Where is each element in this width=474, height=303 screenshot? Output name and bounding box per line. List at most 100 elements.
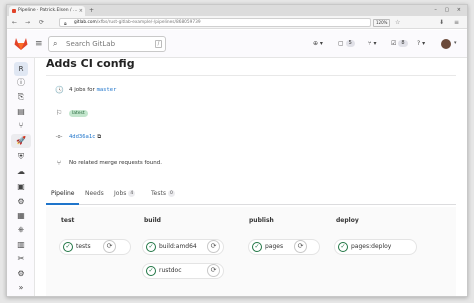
browser-window: Pipeline · Patrick.Elsen / … × + – ▢ × ←… bbox=[6, 4, 468, 297]
pipeline-tabs: Pipeline Needs Jobs 4 Tests 0 bbox=[46, 185, 456, 205]
tab-pipeline[interactable]: Pipeline bbox=[51, 189, 74, 199]
job-pages-label: pages bbox=[265, 243, 284, 250]
merge-request-row-icon: ⑂ bbox=[56, 159, 62, 167]
issues-count: 5 bbox=[345, 40, 355, 47]
success-check-icon: ✓ bbox=[338, 242, 348, 252]
flag-icon: ⚐ bbox=[55, 109, 63, 117]
monitor-icon[interactable]: ▦ bbox=[16, 211, 26, 221]
gitlab-favicon-icon bbox=[12, 9, 16, 13]
stage-build-title: build bbox=[144, 217, 161, 224]
branch-link[interactable]: master bbox=[97, 87, 117, 93]
search-input[interactable]: ⌕ Search GitLab / bbox=[48, 36, 166, 52]
issues-icon: ▢ bbox=[338, 40, 344, 47]
bookmark-star-icon[interactable]: ☆ bbox=[395, 18, 400, 27]
wiki-icon[interactable]: ▥ bbox=[16, 240, 26, 250]
close-tab-icon[interactable]: × bbox=[79, 6, 83, 16]
stage-publish-title: publish bbox=[249, 217, 274, 224]
stage-test-title: test bbox=[61, 217, 75, 224]
browser-nav-bar: ← → ⟳ 🔒︎ gitlab.com/xfbs/rust-gitlab-exa… bbox=[7, 16, 467, 29]
page-title: Adds CI config bbox=[46, 57, 135, 70]
snippets-scissors-icon[interactable]: ✂ bbox=[16, 254, 26, 264]
url-host: gitlab.com bbox=[74, 20, 97, 25]
analytics-icon[interactable]: ⎈ bbox=[16, 225, 26, 235]
search-shortcut-key: / bbox=[155, 40, 162, 48]
lock-icon: 🔒︎ bbox=[64, 21, 67, 27]
todo-icon: ☑ bbox=[391, 40, 397, 47]
deployments-icon[interactable]: ☁ bbox=[16, 167, 26, 177]
merge-request-icon: ⑂ bbox=[368, 40, 372, 47]
no-merge-requests-text: No related merge requests found. bbox=[69, 160, 162, 166]
divider bbox=[46, 75, 456, 76]
back-icon[interactable]: ← bbox=[12, 18, 17, 27]
infrastructure-icon[interactable]: ⚙ bbox=[16, 197, 26, 207]
url-path: /xfbs/rust-gitlab-example/-/pipelines/86… bbox=[96, 20, 201, 25]
merge-requests-button[interactable]: ⑂ ▾ bbox=[368, 38, 377, 50]
latest-badge: latest bbox=[69, 110, 88, 117]
zoom-level[interactable]: 120% bbox=[373, 19, 391, 27]
search-icon: ⌕ bbox=[53, 39, 58, 48]
browser-menu-icons[interactable]: ⬇ ≡ bbox=[439, 18, 463, 27]
job-pages-deploy-label: pages:deploy bbox=[351, 243, 392, 250]
tab-jobs-count: 4 bbox=[128, 190, 136, 197]
merge-requests-count: 8 bbox=[398, 40, 408, 47]
tab-tests[interactable]: Tests 0 bbox=[151, 189, 175, 199]
create-new-icon[interactable]: ⊕ ▾ bbox=[313, 38, 323, 50]
address-bar[interactable]: 🔒︎ gitlab.com/xfbs/rust-gitlab-example/-… bbox=[59, 18, 371, 27]
todos-button[interactable]: ☑ 8 bbox=[391, 38, 408, 50]
success-check-icon: ✓ bbox=[146, 266, 156, 276]
project-overview-icon[interactable]: ⓘ bbox=[16, 78, 26, 88]
issues-sidebar-icon[interactable]: ▤ bbox=[16, 107, 26, 117]
packages-icon[interactable]: ▣ bbox=[16, 182, 26, 192]
help-icon[interactable]: ? ▾ bbox=[417, 38, 425, 50]
pipeline-graph: test build publish deploy ✓ tests ⟳ ✓ bu… bbox=[46, 207, 456, 296]
issues-button[interactable]: ▢ 5 bbox=[338, 38, 355, 50]
retry-rustdoc-icon[interactable]: ⟳ bbox=[207, 264, 220, 277]
retry-pages-icon[interactable]: ⟳ bbox=[294, 240, 307, 253]
tab-tests-count: 0 bbox=[167, 190, 175, 197]
retry-build-amd64-icon[interactable]: ⟳ bbox=[207, 240, 220, 253]
new-tab-button[interactable]: + bbox=[89, 6, 94, 15]
expand-sidebar-icon[interactable]: » bbox=[16, 283, 26, 293]
avatar[interactable] bbox=[441, 39, 451, 49]
success-check-icon: ✓ bbox=[146, 242, 156, 252]
ci-cd-rocket-icon[interactable]: 🚀 bbox=[11, 134, 31, 148]
tab-jobs[interactable]: Jobs 4 bbox=[114, 189, 136, 199]
tab-needs-label: Needs bbox=[85, 190, 104, 197]
browser-tab[interactable]: Pipeline · Patrick.Elsen / … × bbox=[9, 6, 85, 16]
job-rustdoc-label: rustdoc bbox=[159, 267, 182, 274]
window-controls[interactable]: – ▢ × bbox=[434, 5, 464, 15]
forward-icon[interactable]: → bbox=[25, 18, 30, 27]
commit-icon: -o- bbox=[55, 134, 63, 140]
search-placeholder: Search GitLab bbox=[66, 40, 116, 48]
commit-sha-link[interactable]: 4dd36a1c bbox=[69, 134, 96, 140]
tab-tests-label: Tests bbox=[151, 190, 166, 197]
project-sidebar: R ⓘ ⎘ ▤ ⑂ 🚀 ⛨ ☁ ▣ ⚙ ▦ ⎈ ▥ ✂ ⚙ » bbox=[7, 58, 35, 296]
clock-icon: 🕓 bbox=[55, 86, 64, 94]
tab-pipeline-label: Pipeline bbox=[51, 190, 75, 197]
job-tests-label: tests bbox=[76, 243, 91, 250]
retry-tests-icon[interactable]: ⟳ bbox=[103, 240, 116, 253]
tab-needs[interactable]: Needs bbox=[85, 189, 104, 199]
repository-icon[interactable]: ⎘ bbox=[16, 92, 26, 102]
menu-hamburger-icon[interactable]: ≡ bbox=[35, 39, 43, 49]
success-check-icon: ✓ bbox=[252, 242, 262, 252]
job-pages-deploy[interactable]: ✓ pages:deploy bbox=[334, 239, 417, 255]
jobs-count-text: 4 jobs for bbox=[69, 87, 95, 93]
reload-icon[interactable]: ⟳ bbox=[39, 18, 44, 27]
success-check-icon: ✓ bbox=[63, 242, 73, 252]
gitlab-logo-icon[interactable] bbox=[14, 37, 28, 50]
tab-jobs-label: Jobs bbox=[114, 190, 127, 197]
security-shield-icon[interactable]: ⛨ bbox=[16, 152, 26, 162]
merge-requests-sidebar-icon[interactable]: ⑂ bbox=[16, 121, 26, 131]
browser-tab-bar: Pipeline · Patrick.Elsen / … × + – ▢ × bbox=[7, 5, 467, 16]
avatar-caret-icon[interactable]: ▾ bbox=[454, 40, 457, 46]
copy-icon[interactable]: ⧉ bbox=[97, 134, 101, 140]
gitlab-header: ≡ ⌕ Search GitLab / ⊕ ▾ ▢ 5 ⑂ ▾ ☑ 8 ? ▾ … bbox=[7, 30, 467, 58]
stage-deploy-title: deploy bbox=[336, 217, 359, 224]
active-tab-indicator bbox=[46, 203, 79, 205]
job-pages[interactable]: ✓ pages bbox=[248, 239, 320, 255]
settings-gear-icon[interactable]: ⚙ bbox=[16, 269, 26, 279]
job-tests[interactable]: ✓ tests bbox=[59, 239, 131, 255]
project-avatar[interactable]: R bbox=[14, 62, 28, 76]
job-build-amd64-label: build:amd64 bbox=[159, 243, 197, 250]
